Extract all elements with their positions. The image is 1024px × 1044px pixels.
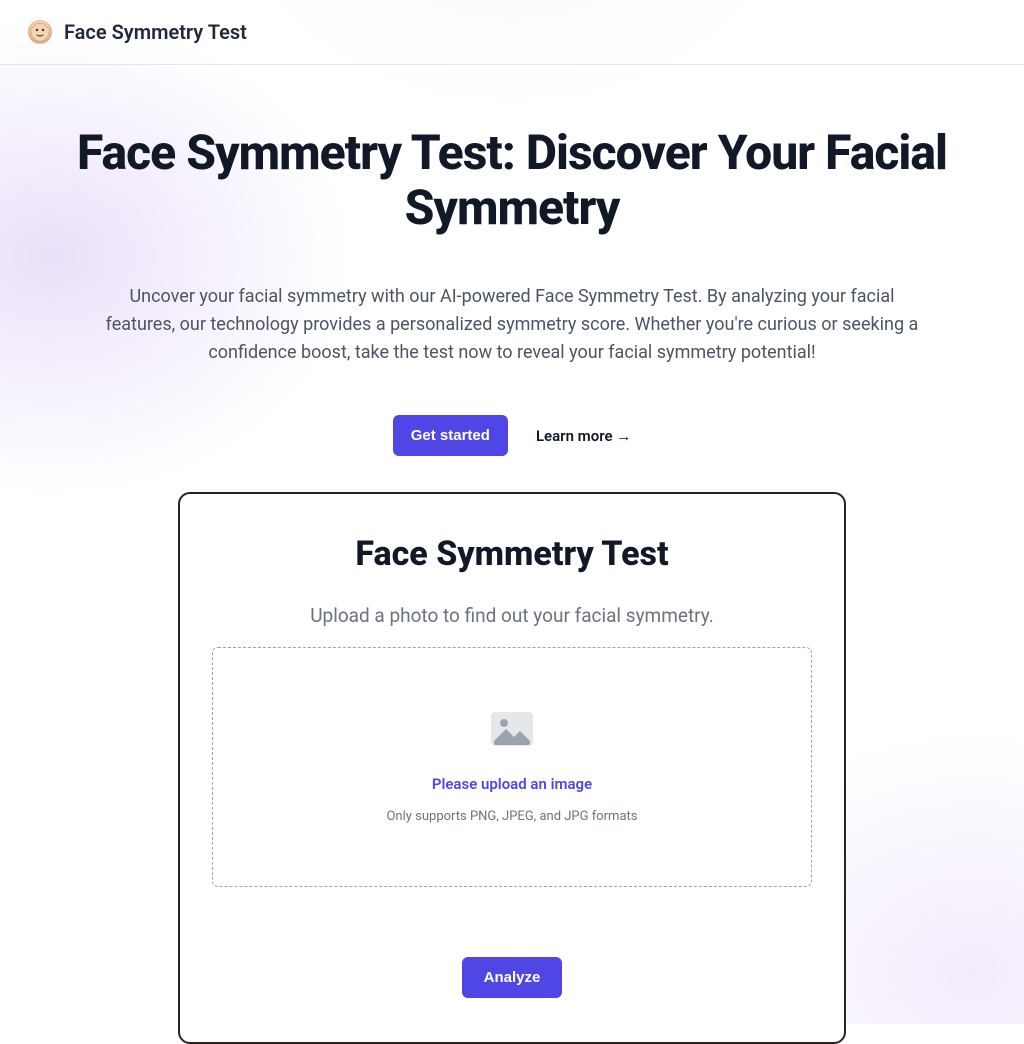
card-title: Face Symmetry Test: [212, 534, 812, 574]
upload-hint: Only supports PNG, JPEG, and JPG formats: [386, 809, 637, 824]
header: Face Symmetry Test: [0, 0, 1024, 65]
analyze-button[interactable]: Analyze: [462, 957, 563, 998]
get-started-button[interactable]: Get started: [393, 415, 508, 456]
main-content: Face Symmetry Test: Discover Your Facial…: [0, 65, 1024, 1044]
face-logo-icon: [28, 20, 52, 44]
cta-row: Get started Learn more →: [40, 415, 984, 456]
header-title: Face Symmetry Test: [64, 20, 247, 44]
image-placeholder-icon: [490, 711, 534, 751]
card-subtitle: Upload a photo to find out your facial s…: [212, 604, 812, 627]
learn-more-link[interactable]: Learn more →: [536, 427, 631, 445]
analyze-row: Analyze: [212, 957, 812, 998]
upload-card: Face Symmetry Test Upload a photo to fin…: [178, 492, 846, 1044]
upload-dropzone[interactable]: Please upload an image Only supports PNG…: [212, 647, 812, 887]
hero-description: Uncover your facial symmetry with our AI…: [97, 283, 927, 367]
hero-title: Face Symmetry Test: Discover Your Facial…: [40, 125, 984, 235]
upload-prompt: Please upload an image: [432, 775, 592, 793]
